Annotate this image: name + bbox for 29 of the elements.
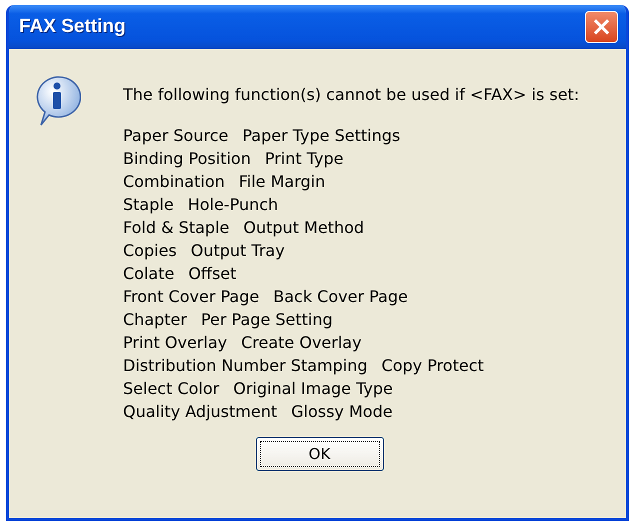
function-name: Copy Protect [382, 355, 484, 377]
function-name: Hole-Punch [188, 194, 278, 216]
function-name: Staple [123, 194, 174, 216]
function-name: Fold & Staple [123, 217, 230, 239]
function-name: Create Overlay [241, 332, 362, 354]
function-name: Print Overlay [123, 332, 228, 354]
function-name: Original Image Type [233, 378, 393, 400]
function-name: Offset [188, 263, 236, 285]
function-name: Front Cover Page [123, 286, 260, 308]
function-name: Per Page Setting [200, 309, 333, 331]
function-name: File Margin [238, 171, 326, 193]
function-name: Print Type [264, 148, 344, 170]
function-name: Back Cover Page [273, 286, 408, 308]
window-title: FAX Setting [19, 16, 126, 38]
function-name: Combination [123, 171, 225, 193]
function-name: Distribution Number Stamping [123, 355, 368, 377]
function-name: Output Tray [190, 240, 285, 262]
function-name: Colate [123, 263, 174, 285]
function-name: Paper Type Settings [242, 125, 400, 147]
function-name: Paper Source [123, 125, 228, 147]
function-name: Output Method [243, 217, 364, 239]
function-name: Select Color [123, 378, 220, 400]
function-name: Copies [123, 240, 177, 262]
function-name: Glossy Mode [291, 401, 393, 423]
function-name: Chapter [123, 309, 187, 331]
function-name: Binding Position [123, 148, 251, 170]
ok-button[interactable]: OK [256, 437, 384, 471]
message-text: The following function(s) cannot be used if <FAX> is set: [123, 85, 580, 104]
function-name: Quality Adjustment [123, 401, 278, 423]
